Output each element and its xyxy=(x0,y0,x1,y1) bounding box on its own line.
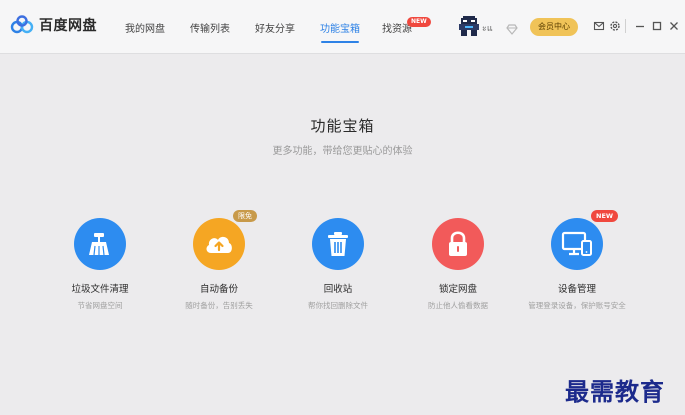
new-badge: NEW xyxy=(591,210,619,222)
devices-icon xyxy=(561,231,592,256)
tool-description: 随时备份，告别丢失 xyxy=(185,301,253,310)
watermark-logo: 最需教育 xyxy=(565,377,665,406)
tool-icon-circle: 限免 xyxy=(193,210,257,270)
tool-name: 自动备份 xyxy=(199,284,238,295)
tool-junk-cleanup[interactable]: 垃圾文件清理 节省网盘空间 xyxy=(45,218,155,311)
vip-center-button[interactable]: 会员中心 xyxy=(530,18,578,36)
tool-icon-circle xyxy=(74,218,126,270)
tool-description: 节省网盘空间 xyxy=(77,301,123,310)
mail-icon[interactable] xyxy=(593,20,605,32)
tool-lock-disk[interactable]: 锁定网盘 防止他人偷看数据 xyxy=(403,218,513,311)
top-bar: 百度网盘 我的网盘 传输列表 好友分享 功能宝箱 找资源 NEW ะแ 会员中心 xyxy=(0,0,685,54)
app-logo[interactable]: 百度网盘 xyxy=(10,15,97,35)
tool-icon-circle: NEW xyxy=(551,210,619,270)
app-name: 百度网盘 xyxy=(39,18,97,34)
tab-transfer-list[interactable]: 传输列表 xyxy=(190,20,230,35)
tool-name: 回收站 xyxy=(323,284,353,295)
tab-toolbox[interactable]: 功能宝箱 xyxy=(320,20,360,35)
baidu-cloud-logo-icon xyxy=(10,15,34,35)
tool-auto-backup[interactable]: 限免 自动备份 随时备份，告别丢失 xyxy=(164,210,274,311)
settings-gear-icon[interactable] xyxy=(609,20,621,32)
cloud-upload-icon xyxy=(206,236,232,253)
tool-recycle-bin[interactable]: 回收站 帮你找回删除文件 xyxy=(283,218,393,311)
tab-my-disk[interactable]: 我的网盘 xyxy=(125,20,165,35)
diamond-icon[interactable] xyxy=(506,20,518,35)
page-subtitle: 更多功能，带给您更贴心的体验 xyxy=(272,146,413,157)
tool-icon-circle xyxy=(312,218,364,270)
tool-name: 设备管理 xyxy=(557,284,596,295)
active-tab-indicator xyxy=(321,41,359,43)
tool-description: 防止他人偷看数据 xyxy=(428,301,488,310)
broom-icon xyxy=(89,233,109,256)
minimize-icon[interactable] xyxy=(634,20,646,32)
tool-description: 管理登录设备，保护账号安全 xyxy=(528,301,626,310)
close-icon[interactable] xyxy=(668,20,680,32)
lock-icon xyxy=(449,231,467,256)
free-badge: 限免 xyxy=(233,210,257,222)
trash-icon xyxy=(328,232,348,256)
username[interactable]: ะแ xyxy=(482,21,493,35)
new-badge: NEW xyxy=(407,17,431,27)
tool-device-management[interactable]: NEW 设备管理 管理登录设备，保护账号安全 xyxy=(522,210,632,311)
page-title: 功能宝箱 xyxy=(310,117,375,135)
tool-description: 帮你找回删除文件 xyxy=(308,301,368,310)
maximize-icon[interactable] xyxy=(651,20,663,32)
user-avatar[interactable] xyxy=(459,16,479,36)
tool-icon-circle xyxy=(432,218,484,270)
tool-name: 锁定网盘 xyxy=(438,284,477,295)
toolbar-divider xyxy=(625,19,626,33)
tab-friend-share[interactable]: 好友分享 xyxy=(255,20,295,35)
tool-name: 垃圾文件清理 xyxy=(71,284,129,295)
